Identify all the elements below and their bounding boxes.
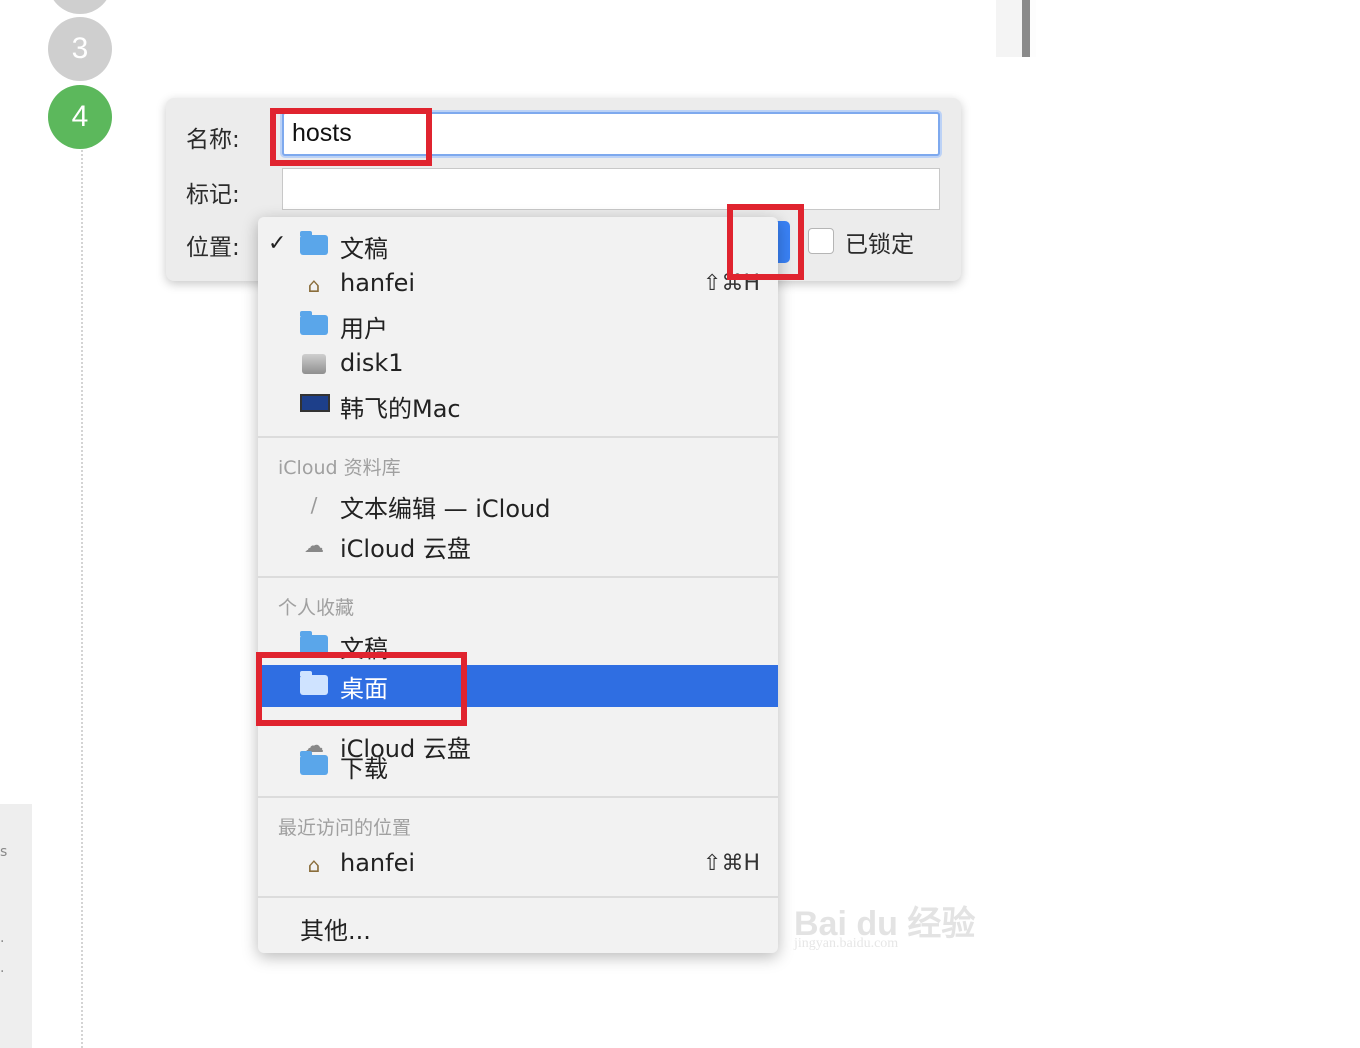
menu-item-documents[interactable]: ✓ 文稿 [258,225,778,265]
users-folder-icon [300,311,328,336]
location-label: 位置: [186,235,240,261]
step-4-circle: 4 [48,85,112,149]
menu-item-textedit-icloud[interactable]: / 文本编辑 — iCloud [258,485,778,525]
menu-separator [258,896,778,898]
annotation-box-popup [727,204,804,280]
menu-item-downloads[interactable]: 下载 [258,745,778,785]
home-icon: ⌂ [307,273,321,297]
menu-item-label: 用户 [340,315,388,343]
menu-separator [258,436,778,438]
menu-item-other[interactable]: 其他... [258,907,778,947]
tags-input[interactable] [282,168,940,210]
step-2-circle [48,0,112,14]
menu-item-recent-home[interactable]: ⌂ hanfei ⇧⌘H [258,845,778,885]
computer-icon [300,394,330,416]
menu-item-label: iCloud 云盘 [340,535,471,563]
menu-item-label: disk1 [340,349,404,377]
section-header-icloud: iCloud 资料库 [278,457,401,479]
textedit-icon: / [310,493,318,517]
menu-item-label: hanfei [340,849,416,877]
step-rail-line [81,150,83,1048]
checkmark-icon: ✓ [268,231,287,256]
menu-item-label: hanfei [340,269,416,297]
left-panel-char: s [0,844,8,860]
home-icon: ⌂ [307,853,321,877]
left-side-panel: s · · [0,804,32,1048]
scrollbar-fragment [996,0,1036,57]
step-3-circle: 3 [48,17,112,81]
menu-item-label: 文本编辑 — iCloud [340,495,551,523]
menu-item-icloud-drive[interactable]: ☁ iCloud 云盘 [258,525,778,565]
menu-item-label: 下载 [340,755,388,783]
menu-item-users[interactable]: 用户 [258,305,778,345]
locked-checkbox[interactable] [808,228,834,254]
folder-icon [300,231,328,256]
left-panel-char: · [0,964,5,980]
downloads-folder-icon [300,751,328,776]
section-header-favorites: 个人收藏 [278,597,355,619]
cloud-icon: ☁ [304,533,324,557]
menu-separator [258,576,778,578]
menu-item-label: 韩飞的Mac [340,395,461,423]
disk-icon [300,354,328,376]
menu-item-home[interactable]: ⌂ hanfei ⇧⌘H [258,265,778,305]
menu-item-label: 文稿 [340,235,388,263]
baidu-watermark-url: jingyan.baidu.com [794,936,899,951]
annotation-box-desktop [256,652,467,726]
left-panel-char: · [0,934,5,950]
annotation-box-name [270,108,432,166]
menu-item-computer[interactable]: 韩飞的Mac [258,385,778,425]
menu-item-disk1[interactable]: disk1 [258,345,778,385]
locked-label: 已锁定 [845,232,914,258]
tags-label: 标记: [186,182,240,208]
location-dropdown-menu: ✓ 文稿 ⌂ hanfei ⇧⌘H 用户 disk1 韩飞的Mac iCloud… [258,217,778,953]
name-label: 名称: [186,127,240,153]
menu-separator [258,796,778,798]
menu-item-label: 其他... [300,917,371,945]
section-header-recent: 最近访问的位置 [278,817,412,839]
shortcut-label: ⇧⌘H [703,851,760,876]
